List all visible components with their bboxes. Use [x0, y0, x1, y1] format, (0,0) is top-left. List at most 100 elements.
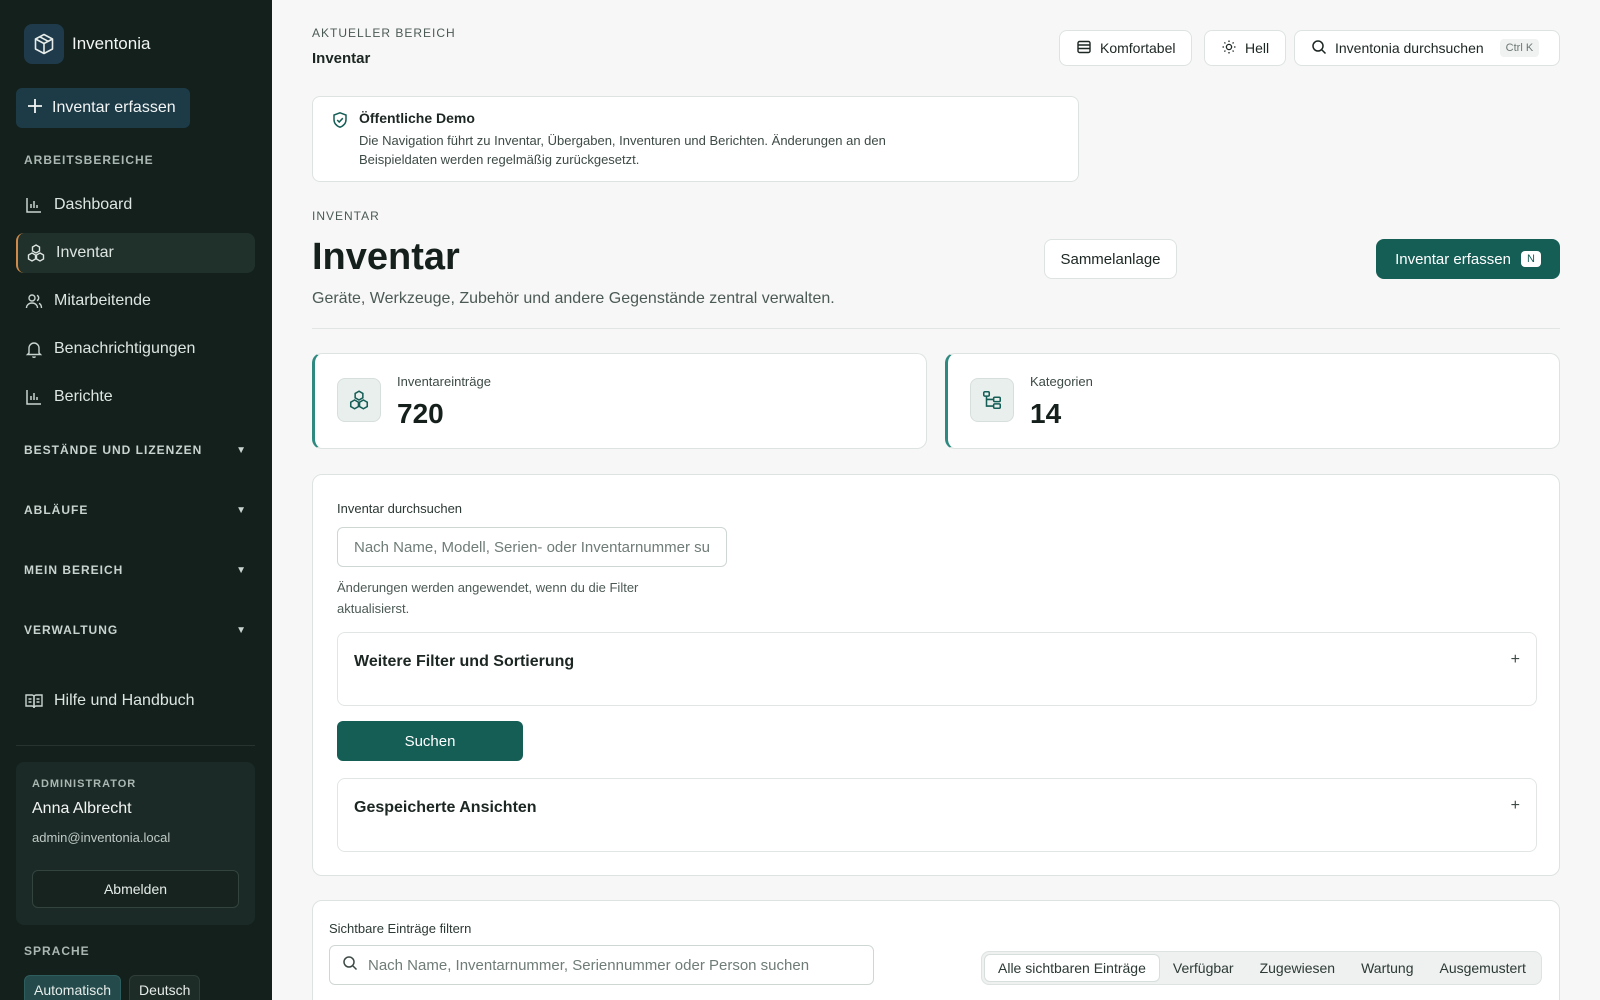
- search-field-label: Inventar durchsuchen: [337, 501, 463, 516]
- status-tab-assigned[interactable]: Zugewiesen: [1247, 954, 1349, 982]
- tree-icon: [970, 378, 1014, 422]
- density-button[interactable]: Komfortabel: [1059, 30, 1193, 66]
- theme-button[interactable]: Hell: [1204, 30, 1287, 66]
- section-label: VERWALTUNG: [24, 623, 119, 637]
- notice-title: Öffentliche Demo: [359, 110, 475, 126]
- sidebar-item-label: Benachrichtigungen: [54, 340, 196, 357]
- page-subtitle: Geräte, Werkzeuge, Zubehör und andere Ge…: [312, 290, 835, 307]
- boxes-icon: [337, 378, 381, 422]
- filter-card: Inventar durchsuchen Änderungen werden a…: [312, 474, 1560, 876]
- new-inventory-button[interactable]: Inventar erfassen: [16, 88, 190, 128]
- stat-value: 14: [1030, 398, 1062, 429]
- demo-notice: Öffentliche Demo Die Navigation führt zu…: [312, 96, 1079, 182]
- book-icon: [24, 691, 44, 711]
- create-inventory-label: Inventar erfassen: [1395, 250, 1511, 268]
- section-label: ABLÄUFE: [24, 503, 89, 517]
- status-tab-maintenance[interactable]: Wartung: [1348, 954, 1426, 982]
- status-tab-retired[interactable]: Ausgemustert: [1426, 954, 1538, 982]
- section-ablaeufe[interactable]: ABLÄUFE ▼: [24, 503, 247, 517]
- new-inventory-label: Inventar erfassen: [52, 99, 176, 116]
- language-option-deutsch[interactable]: Deutsch: [129, 975, 201, 1000]
- language-heading: SPRACHE: [24, 944, 90, 958]
- boxes-icon: [26, 243, 46, 263]
- bar-chart-icon: [24, 195, 44, 215]
- accordion-title: Gespeicherte Ansichten: [354, 799, 537, 816]
- main-content: AKTUELLER BEREICH Inventar Komfortabel H…: [272, 0, 1600, 1000]
- plus-icon: +: [1510, 797, 1520, 814]
- caret-down-icon: ▼: [236, 564, 247, 576]
- sidebar-item-benachrichtigungen[interactable]: Benachrichtigungen: [16, 329, 255, 369]
- stat-label: Kategorien: [1030, 374, 1093, 389]
- bell-icon: [24, 339, 44, 359]
- theme-label: Hell: [1245, 40, 1270, 56]
- caret-down-icon: ▼: [236, 444, 247, 456]
- package-icon: [24, 24, 64, 64]
- plus-icon: [26, 97, 44, 120]
- create-inventory-button[interactable]: Inventar erfassen N: [1376, 239, 1560, 279]
- status-tab-available[interactable]: Verfügbar: [1160, 954, 1247, 982]
- shield-check-icon: [331, 111, 349, 134]
- caret-down-icon: ▼: [236, 624, 247, 636]
- visible-search-input[interactable]: [368, 956, 848, 974]
- global-search-button[interactable]: Inventonia durchsuchen Ctrl K: [1294, 30, 1560, 66]
- layout-icon: [1076, 39, 1092, 58]
- plus-icon: +: [1510, 651, 1520, 668]
- area-eyebrow: AKTUELLER BEREICH: [312, 26, 456, 40]
- section-label: BESTÄNDE UND LIZENZEN: [24, 443, 203, 457]
- sidebar-item-mitarbeitende[interactable]: Mitarbeitende: [16, 281, 255, 321]
- page-eyebrow: INVENTAR: [312, 209, 380, 223]
- sidebar: Inventonia Inventar erfassen ARBEITSBERE…: [0, 0, 272, 1000]
- sidebar-heading: ARBEITSBEREICHE: [24, 153, 154, 167]
- sidebar-item-berichte[interactable]: Berichte: [16, 377, 255, 417]
- stat-card-categories: Kategorien 14: [945, 353, 1560, 449]
- stat-card-inventory: Inventareinträge 720: [312, 353, 927, 449]
- sidebar-item-label: Mitarbeitende: [54, 292, 151, 309]
- language-option-auto[interactable]: Automatisch: [24, 975, 122, 1000]
- status-tab-all[interactable]: Alle sichtbaren Einträge: [984, 954, 1160, 982]
- logout-button[interactable]: Abmelden: [32, 870, 239, 908]
- filter-hint: Änderungen werden angewendet, wenn du di…: [337, 580, 639, 616]
- inventory-search-input[interactable]: [337, 527, 727, 567]
- more-filters-accordion[interactable]: Weitere Filter und Sortierung +: [337, 632, 1537, 706]
- sidebar-item-label: Inventar: [56, 244, 114, 261]
- section-label: MEIN BEREICH: [24, 563, 124, 577]
- saved-views-accordion[interactable]: Gespeicherte Ansichten +: [337, 778, 1537, 852]
- sidebar-item-dashboard[interactable]: Dashboard: [16, 185, 255, 225]
- search-button[interactable]: Suchen: [337, 721, 523, 761]
- language-switch: Automatisch Deutsch: [24, 975, 201, 1000]
- area-title: Inventar: [312, 50, 371, 67]
- accordion-title: Weitere Filter und Sortierung: [354, 653, 575, 670]
- brand-name: Inventonia: [72, 34, 151, 53]
- section-mein-bereich[interactable]: MEIN BEREICH ▼: [24, 563, 247, 577]
- sidebar-item-label: Hilfe und Handbuch: [54, 692, 195, 709]
- sidebar-item-help[interactable]: Hilfe und Handbuch: [16, 681, 255, 721]
- stat-label: Inventareinträge: [397, 374, 491, 389]
- status-segmented-control: Alle sichtbaren Einträge Verfügbar Zugew…: [981, 951, 1542, 985]
- sidebar-item-label: Dashboard: [54, 196, 133, 213]
- stat-value: 720: [397, 398, 444, 429]
- density-label: Komfortabel: [1100, 40, 1176, 56]
- search-icon: [342, 955, 358, 976]
- visible-filter-label: Sichtbare Einträge filtern: [329, 921, 472, 936]
- admin-card: ADMINISTRATOR Anna Albrecht admin@invent…: [16, 762, 255, 925]
- bar-chart-icon: [24, 387, 44, 407]
- visible-filter-card: Sichtbare Einträge filtern Alle sichtbar…: [312, 900, 1560, 1000]
- search-icon: [1311, 39, 1327, 58]
- admin-email: admin@inventonia.local: [32, 830, 171, 845]
- section-bestaende[interactable]: BESTÄNDE UND LIZENZEN ▼: [24, 443, 247, 457]
- section-verwaltung[interactable]: VERWALTUNG ▼: [24, 623, 247, 637]
- sidebar-item-label: Berichte: [54, 388, 113, 405]
- global-search-label: Inventonia durchsuchen: [1335, 40, 1484, 56]
- divider: [312, 328, 1560, 329]
- notice-text: Die Navigation führt zu Inventar, Überga…: [359, 133, 886, 167]
- admin-name: Anna Albrecht: [32, 800, 132, 817]
- search-shortcut: Ctrl K: [1499, 39, 1540, 57]
- sun-icon: [1221, 39, 1237, 58]
- caret-down-icon: ▼: [236, 504, 247, 516]
- brand[interactable]: Inventonia: [24, 24, 150, 64]
- visible-search-field[interactable]: [329, 945, 874, 985]
- bulk-create-button[interactable]: Sammelanlage: [1044, 239, 1177, 279]
- create-shortcut: N: [1520, 251, 1541, 267]
- sidebar-item-inventar[interactable]: Inventar: [16, 233, 255, 273]
- users-icon: [24, 291, 44, 311]
